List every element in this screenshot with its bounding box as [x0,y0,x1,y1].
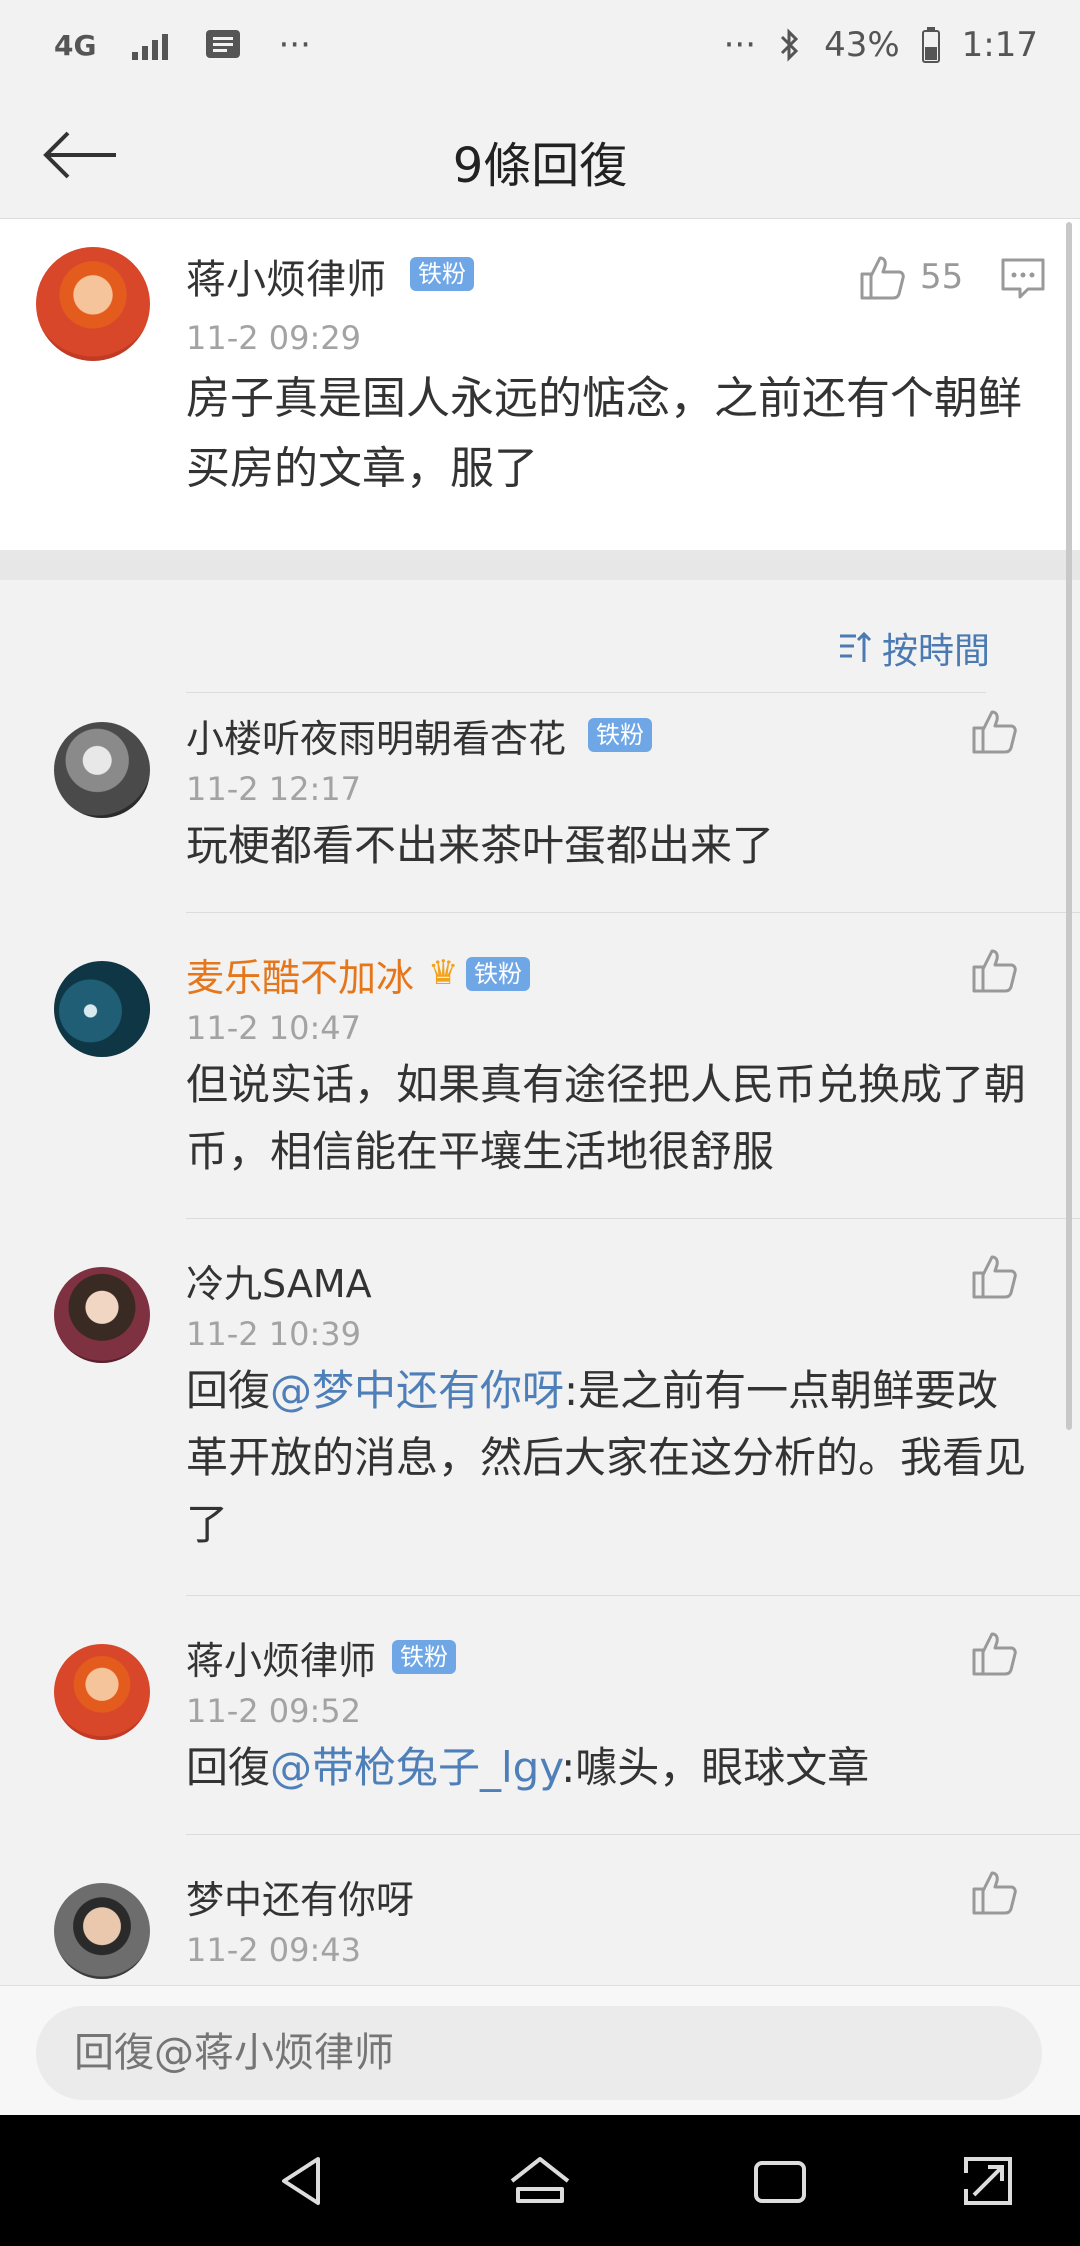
nav-bar: 9條回復 [0,90,1080,219]
reply-content: 回復@带枪兔子_lgy:噱头，眼球文章 [186,1734,1036,1801]
thumbs-up-icon [972,1871,1017,1915]
reply-username[interactable]: 梦中还有你呀 [186,1869,414,1924]
comment-content: 房子真是国人永远的惦念，之前还有个朝鲜买房的文章，服了 [186,373,1022,494]
reply-prefix: 回復 [186,1743,271,1792]
system-back-button[interactable] [266,2145,338,2217]
sort-by-time-button[interactable]: 按時間 [836,623,990,673]
reply-item: 小楼听夜雨明朝看杏花 铁粉 11-2 12:17 玩梗都看不出来茶叶蛋都出来了 [0,708,1080,946]
avatar[interactable] [54,722,150,818]
divider [186,1834,1080,1835]
thumbs-up-icon [860,256,905,300]
vip-crown-icon: ♛ [428,953,459,993]
network-type: 4G [54,28,97,62]
bluetooth-icon [778,27,802,63]
thumbs-up-icon [972,949,1017,993]
reply-input[interactable] [36,2006,1042,2100]
like-button[interactable] [970,1869,1022,1921]
like-count: 55 [920,257,964,297]
recents-icon [754,2161,806,2203]
reply-item: 麦乐酷不加冰 ♛ 铁粉 11-2 10:47 但说实话，如果真有途径把人民币兑换… [0,947,1080,1252]
system-recents-button[interactable] [744,2145,816,2217]
reply-input-bar [0,1985,1080,2116]
reply-item: 冷九SAMA 11-2 10:39 回復@梦中还有你呀:是之前有一点朝鲜要改革开… [0,1253,1080,1629]
section-divider [0,550,1080,580]
reply-content: 玩梗都看不出来茶叶蛋都出来了 [186,821,775,870]
battery-percent: 43% [824,25,900,65]
back-triangle-icon [282,2157,320,2205]
avatar[interactable] [54,1883,150,1979]
avatar[interactable] [54,961,150,1057]
main-comment: 蒋小烦律师 铁粉 11-2 09:29 55 房子真是国人永远的惦念，之前还有个… [0,219,1080,550]
reply-username[interactable]: 小楼听夜雨明朝看杏花 [186,708,566,763]
thumbs-up-icon [972,710,1017,754]
comment-username[interactable]: 蒋小烦律师 [186,247,386,305]
comment-icon [1001,258,1045,299]
like-button[interactable] [970,708,1022,760]
home-icon [510,2157,570,2203]
system-home-button[interactable] [504,2145,576,2217]
page-title: 9條回復 [452,138,628,194]
fan-badge: 铁粉 [466,957,530,991]
like-button[interactable]: 55 [858,247,963,307]
like-button[interactable] [970,1253,1022,1305]
divider [186,912,1080,913]
reply-content: 回復@梦中还有你呀:是之前有一点朝鲜要改革开放的消息，然后大家在这分析的。我看见… [186,1357,1036,1558]
reply-prefix: 回復 [186,1366,271,1415]
reply-username[interactable]: 蒋小烦律师 [186,1630,376,1685]
fan-badge: 铁粉 [392,1640,456,1674]
reply-text: :噱头，眼球文章 [561,1743,870,1792]
signal-icon [132,30,169,60]
reply-list: 按時間 小楼听夜雨明朝看杏花 铁粉 11-2 12:17 玩梗都看不出来茶叶蛋都… [0,580,1080,1985]
user-mention-link[interactable]: @梦中还有你呀 [270,1366,564,1415]
like-button[interactable] [970,947,1022,999]
system-nav-bar [0,2115,1080,2246]
like-button[interactable] [970,1630,1022,1682]
sort-label: 按時間 [882,631,991,672]
more-status-icon: ··· [723,25,757,65]
reply-item: 蒋小烦律师 铁粉 11-2 09:52 回復@带枪兔子_lgy:噱头，眼球文章 [0,1630,1080,1868]
comment-time: 11-2 09:29 [186,319,362,357]
reply-time: 11-2 09:43 [186,1931,362,1969]
divider [186,692,986,693]
scrollbar[interactable] [1066,222,1072,1430]
status-bar: 4G ··· ··· 43% 1:17 [0,0,1080,90]
battery-icon [921,27,940,63]
more-notifications-icon: ··· [278,25,311,65]
expand-icon [964,2157,1012,2205]
reply-button[interactable] [998,253,1048,303]
reply-time: 11-2 12:17 [186,770,362,808]
divider [186,1218,1080,1219]
divider [186,1595,1080,1596]
avatar[interactable] [54,1267,150,1363]
thumbs-up-icon [972,1632,1017,1676]
reply-time: 11-2 09:52 [186,1692,362,1730]
message-notification-icon [204,28,242,62]
user-mention-link[interactable]: @带枪兔子_lgy [270,1743,561,1792]
reply-username[interactable]: 冷九SAMA [186,1253,372,1308]
reply-time: 11-2 10:39 [186,1315,362,1353]
reply-item: 梦中还有你呀 11-2 09:43 [0,1869,1080,1985]
clock: 1:17 [961,25,1038,65]
sort-icon [840,631,872,662]
system-expand-button[interactable] [952,2145,1024,2217]
reply-content: 但说实话，如果真有途径把人民币兑换成了朝币，相信能在平壤生活地很舒服 [186,1060,1027,1176]
fan-badge: 铁粉 [410,257,474,291]
fan-badge: 铁粉 [588,718,652,752]
thumbs-up-icon [972,1255,1017,1299]
reply-time: 11-2 10:47 [186,1009,362,1047]
avatar[interactable] [54,1644,150,1740]
reply-username[interactable]: 麦乐酷不加冰 [186,947,414,1002]
avatar[interactable] [36,247,150,361]
